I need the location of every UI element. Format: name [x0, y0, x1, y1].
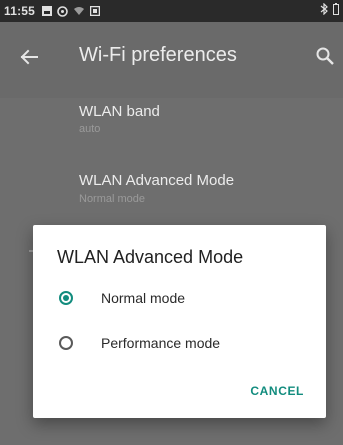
radio-label: Normal mode — [101, 290, 186, 306]
cancel-button[interactable]: CANCEL — [250, 384, 304, 398]
app-bar: Wi-Fi preferences — [0, 22, 343, 98]
wifi-notification-icon — [74, 7, 85, 15]
radio-label: Performance mode — [101, 335, 221, 351]
back-arrow-icon[interactable] — [18, 46, 40, 68]
page-title: Wi-Fi preferences — [79, 44, 237, 66]
status-bar: 11:55 — [0, 0, 343, 22]
circle-notification-icon — [57, 5, 68, 17]
radio-checked-icon[interactable] — [59, 291, 73, 305]
notification-icons — [42, 5, 101, 17]
dialog-title: WLAN Advanced Mode — [57, 247, 244, 267]
image-notification-icon — [42, 6, 53, 16]
wlan-advanced-mode-dialog: WLAN Advanced Mode Normal mode Performan… — [33, 225, 326, 418]
status-time: 11:55 — [4, 4, 36, 18]
pref-title: WLAN band — [79, 103, 160, 120]
pref-title: WLAN Advanced Mode — [79, 172, 235, 189]
radio-option-normal-mode[interactable]: Normal mode — [33, 278, 326, 318]
radio-option-performance-mode[interactable]: Performance mode — [33, 323, 326, 363]
pref-summary: Normal mode — [79, 193, 146, 205]
pref-wlan-advanced-mode[interactable]: WLAN Advanced Mode Normal mode — [0, 166, 343, 234]
search-icon[interactable] — [315, 46, 335, 66]
pref-summary: auto — [79, 123, 101, 135]
preferences-list: WLAN band auto WLAN Advanced Mode Normal… — [0, 98, 343, 234]
pref-wlan-band[interactable]: WLAN band auto — [0, 98, 343, 166]
radio-unchecked-icon[interactable] — [59, 336, 73, 350]
battery-icon — [333, 3, 339, 15]
screenshot-notification-icon — [90, 6, 101, 16]
bluetooth-icon — [320, 3, 328, 15]
status-right-icons — [320, 3, 339, 15]
